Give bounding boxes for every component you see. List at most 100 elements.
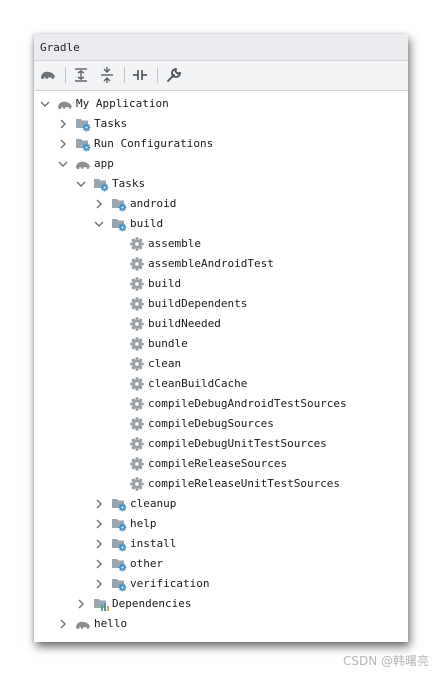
- toolbar-separator: [65, 67, 66, 83]
- tree-node[interactable]: clean: [34, 354, 408, 374]
- tree-node-label: help: [130, 517, 157, 530]
- gear-icon: [129, 396, 145, 412]
- gradle-project-tree: My Application Tasks Run Configurations app…: [34, 91, 408, 642]
- tree-node-label: assembleAndroidTest: [148, 257, 274, 270]
- tasks-folder-icon: [111, 516, 127, 532]
- tree-node[interactable]: Tasks: [34, 174, 408, 194]
- chevron-right-icon[interactable]: [94, 199, 104, 209]
- tree-node[interactable]: verification: [34, 574, 408, 594]
- tree-node[interactable]: buildDependents: [34, 294, 408, 314]
- tasks-folder-icon: [111, 496, 127, 512]
- tree-node[interactable]: cleanBuildCache: [34, 374, 408, 394]
- gear-icon: [129, 476, 145, 492]
- gradle-elephant-icon: [57, 96, 73, 112]
- tree-node[interactable]: compileReleaseUnitTestSources: [34, 474, 408, 494]
- tree-node[interactable]: bundle: [34, 334, 408, 354]
- elephant-icon[interactable]: [39, 66, 57, 84]
- chevron-right-icon[interactable]: [58, 119, 68, 129]
- tree-node[interactable]: buildNeeded: [34, 314, 408, 334]
- tree-node-label: compileReleaseSources: [148, 457, 288, 470]
- chevron-right-icon[interactable]: [94, 539, 104, 549]
- chevron-down-icon[interactable]: [76, 179, 86, 189]
- tree-node-label: Tasks: [94, 117, 128, 130]
- tree-node-label: buildNeeded: [148, 317, 221, 330]
- toggle-offline-icon[interactable]: [131, 66, 149, 84]
- tree-node-label: clean: [148, 357, 182, 370]
- tree-node[interactable]: build: [34, 214, 408, 234]
- tasks-folder-icon: [111, 196, 127, 212]
- tree-node-label: assemble: [148, 237, 201, 250]
- gear-icon: [129, 316, 145, 332]
- tree-node-label: android: [130, 197, 177, 210]
- tree-node-label: cleanBuildCache: [148, 377, 248, 390]
- gear-icon: [129, 336, 145, 352]
- gear-icon: [129, 416, 145, 432]
- tree-node[interactable]: Tasks: [34, 114, 408, 134]
- tasks-folder-icon: [75, 136, 91, 152]
- tree-node-label: Run Configurations: [94, 137, 214, 150]
- expand-all-icon[interactable]: [72, 66, 90, 84]
- tree-node-label: compileDebugSources: [148, 417, 274, 430]
- chevron-right-icon[interactable]: [94, 499, 104, 509]
- tool-window-title: Gradle: [40, 41, 80, 54]
- tree-node[interactable]: My Application: [34, 94, 408, 114]
- tree-node-label: Dependencies: [112, 597, 192, 610]
- collapse-all-icon[interactable]: [98, 66, 116, 84]
- chevron-right-icon[interactable]: [58, 619, 68, 629]
- tree-node[interactable]: other: [34, 554, 408, 574]
- tree-node-label: cleanup: [130, 497, 177, 510]
- chevron-right-icon[interactable]: [94, 579, 104, 589]
- chevron-right-icon[interactable]: [76, 599, 86, 609]
- gradle-elephant-icon: [75, 616, 91, 632]
- tree-node[interactable]: compileDebugSources: [34, 414, 408, 434]
- tree-node-label: compileDebugUnitTestSources: [148, 437, 327, 450]
- chevron-down-icon[interactable]: [94, 219, 104, 229]
- chevron-right-icon[interactable]: [94, 519, 104, 529]
- tasks-folder-icon: [93, 176, 109, 192]
- tree-node-label: bundle: [148, 337, 188, 350]
- tree-node-label: verification: [130, 577, 210, 590]
- tree-node[interactable]: hello: [34, 614, 408, 634]
- gradle-toolbar: [34, 61, 408, 91]
- tree-node-label: other: [130, 557, 164, 570]
- tool-window-header: Gradle: [34, 34, 408, 61]
- tree-node[interactable]: Dependencies: [34, 594, 408, 614]
- tree-node-label: My Application: [76, 97, 169, 110]
- tree-node[interactable]: install: [34, 534, 408, 554]
- tasks-folder-icon: [111, 576, 127, 592]
- toolbar-separator: [157, 67, 158, 83]
- tasks-folder-icon: [111, 536, 127, 552]
- tree-node[interactable]: assemble: [34, 234, 408, 254]
- gear-icon: [129, 276, 145, 292]
- tree-node[interactable]: compileDebugAndroidTestSources: [34, 394, 408, 414]
- gear-icon: [129, 456, 145, 472]
- tree-node[interactable]: app: [34, 154, 408, 174]
- tree-node[interactable]: build: [34, 274, 408, 294]
- tasks-folder-icon: [111, 216, 127, 232]
- chevron-down-icon[interactable]: [58, 159, 68, 169]
- tree-node[interactable]: help: [34, 514, 408, 534]
- chevron-down-icon[interactable]: [40, 99, 50, 109]
- tree-node[interactable]: compileReleaseSources: [34, 454, 408, 474]
- tree-node[interactable]: android: [34, 194, 408, 214]
- dependencies-folder-icon: [93, 596, 109, 612]
- tree-node-label: app: [94, 157, 114, 170]
- gradle-tool-window: Gradle My Application Tasks Run Configurat…: [34, 34, 408, 642]
- tasks-folder-icon: [111, 556, 127, 572]
- tree-node[interactable]: cleanup: [34, 494, 408, 514]
- wrench-icon[interactable]: [165, 66, 183, 84]
- gear-icon: [129, 236, 145, 252]
- tree-node[interactable]: Run Configurations: [34, 134, 408, 154]
- gear-icon: [129, 296, 145, 312]
- tree-node[interactable]: compileDebugUnitTestSources: [34, 434, 408, 454]
- gear-icon: [129, 356, 145, 372]
- tree-node-label: Tasks: [112, 177, 146, 190]
- chevron-right-icon[interactable]: [58, 139, 68, 149]
- watermark: CSDN @韩曙亮: [342, 654, 429, 668]
- tree-node-label: buildDependents: [148, 297, 248, 310]
- tree-node-label: compileDebugAndroidTestSources: [148, 397, 347, 410]
- tree-node-label: build: [148, 277, 182, 290]
- chevron-right-icon[interactable]: [94, 559, 104, 569]
- tree-node-label: hello: [94, 617, 128, 630]
- tree-node[interactable]: assembleAndroidTest: [34, 254, 408, 274]
